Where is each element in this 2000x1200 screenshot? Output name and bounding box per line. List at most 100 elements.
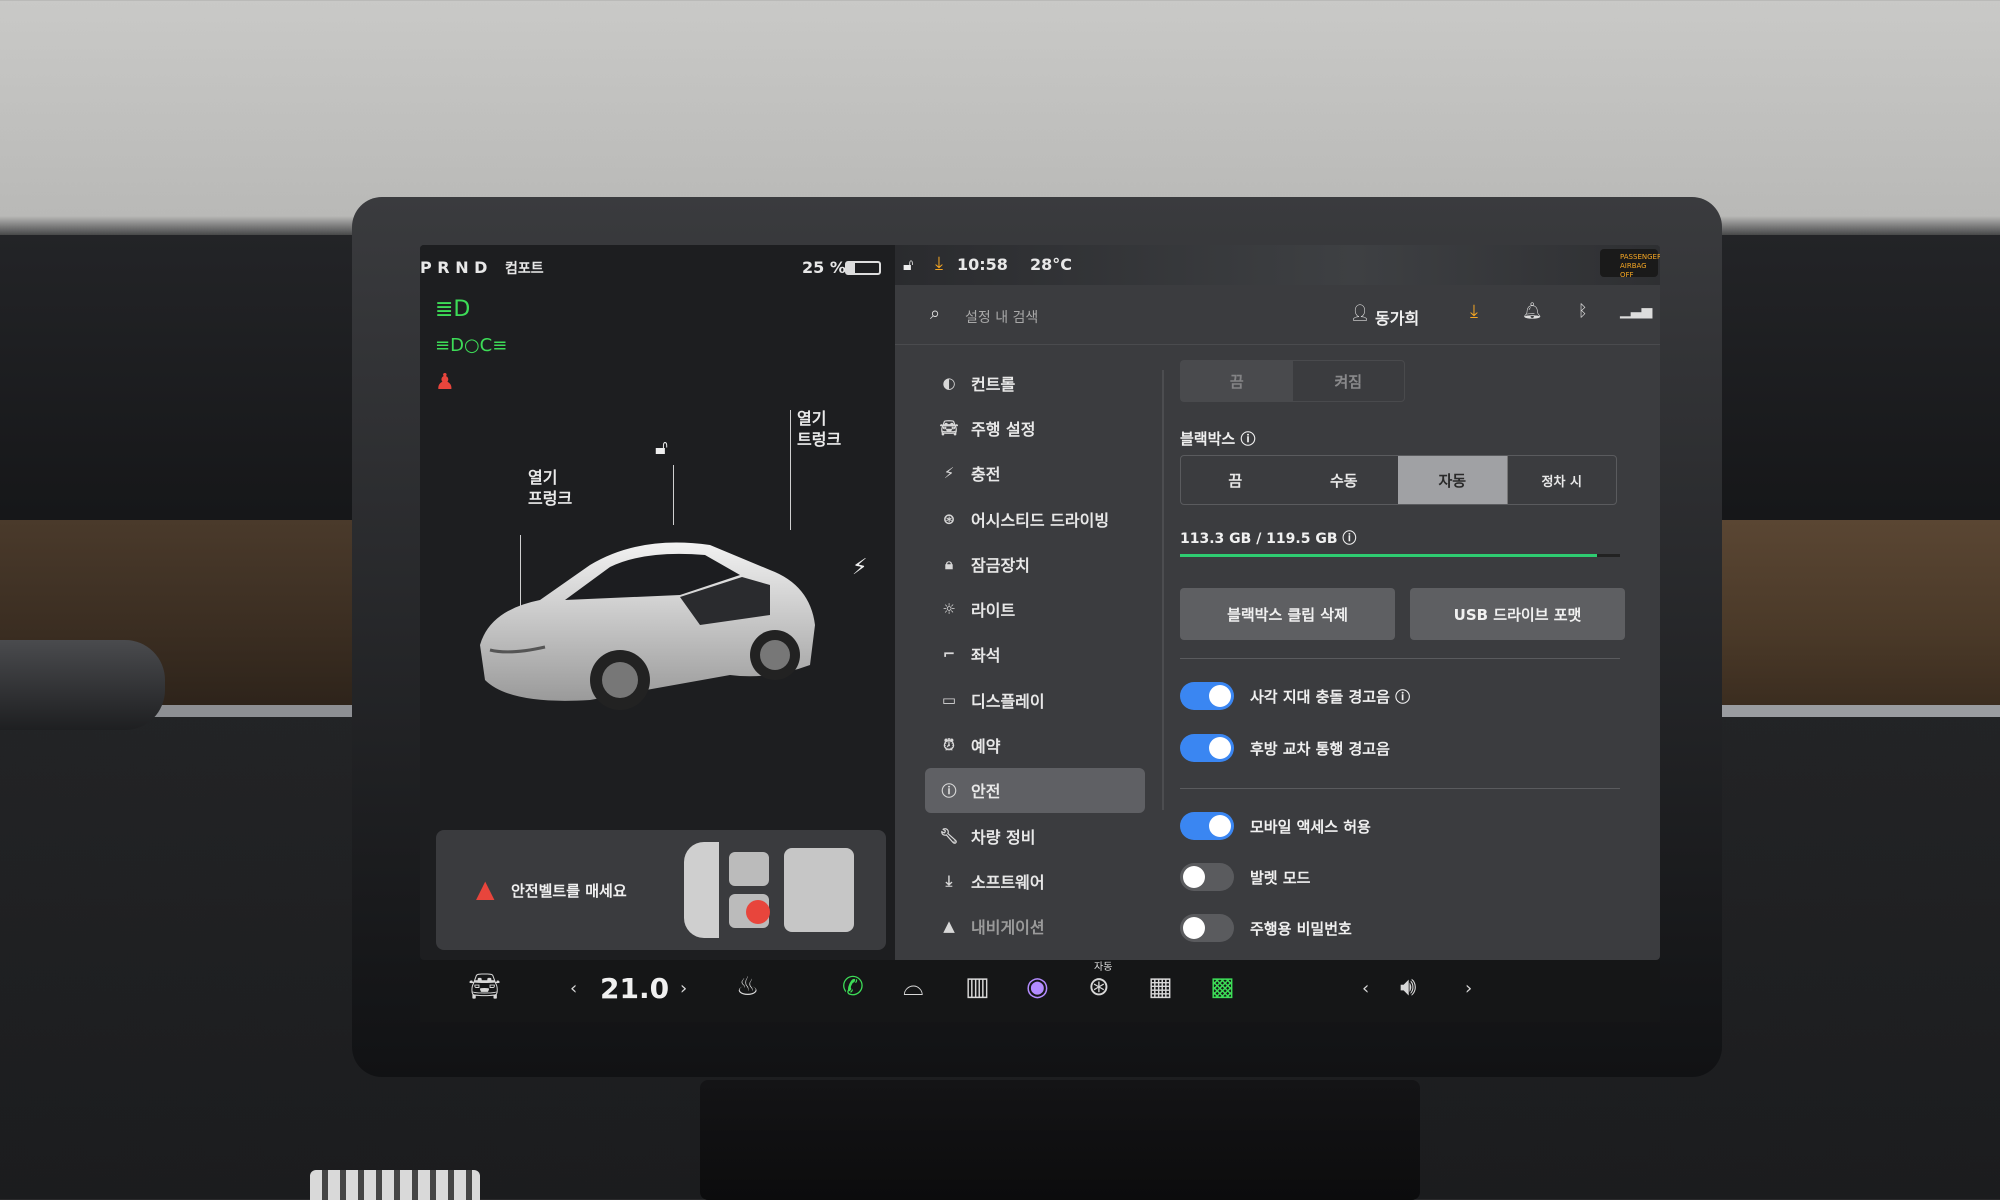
pin-to-drive-toggle[interactable] [1180, 914, 1234, 942]
seat-heater-icon[interactable]: ♨ [736, 972, 759, 1002]
seatbelt-warning-seat-icon [746, 900, 770, 924]
map-strip [895, 245, 1660, 285]
pin-to-drive-label: 주행용 비밀번호 [1250, 920, 1352, 938]
menu-item-driving[interactable]: 🚘︎ 주행 설정 [925, 405, 1145, 450]
storage-info-icon[interactable]: ⓘ [1342, 531, 1356, 547]
wrench-icon: 🔧︎ [939, 826, 959, 845]
menu-item-seats[interactable]: ⌐ 좌석 [925, 632, 1145, 677]
energy-app-icon[interactable]: ▩ [1210, 972, 1235, 1002]
mobile-access-toggle[interactable] [1180, 812, 1234, 840]
menu-item-schedule[interactable]: ⏰︎ 예약 [925, 722, 1145, 767]
search-icon[interactable]: ⌕ [930, 303, 940, 324]
storage-bar [1180, 554, 1620, 557]
dashcam-option-auto[interactable]: 자동 [1398, 456, 1507, 504]
user-name[interactable]: 동가희 [1375, 305, 1419, 329]
navigation-icon: ▲ [943, 917, 955, 936]
dashcam-mode-segment[interactable]: 끔 수동 자동 정차 시 [1180, 455, 1617, 505]
display-icon: ▭ [941, 690, 957, 709]
outside-temperature: 28°C [1030, 255, 1073, 274]
seat-icon: ⌐ [942, 645, 956, 664]
signal-icon: ▁▃▅ [1620, 303, 1653, 319]
bolt-icon: ⚡︎ [943, 464, 955, 483]
car-icon[interactable]: 🚘︎ [468, 972, 501, 1002]
user-icon[interactable]: 👤︎ [1350, 303, 1370, 322]
menu-divider [1162, 370, 1164, 810]
volume-down-icon[interactable]: ‹ [1362, 978, 1369, 999]
menu-item-charging[interactable]: ⚡︎ 충전 [925, 451, 1145, 496]
rear-cross-traffic-chime-toggle[interactable] [1180, 734, 1234, 762]
rear-defrost-icon[interactable]: ▥ [965, 972, 990, 1002]
dashcam-info-icon[interactable]: ⓘ [1240, 430, 1255, 448]
charge-port-icon[interactable]: ⚡︎ [852, 555, 867, 580]
valet-mode-toggle[interactable] [1180, 863, 1234, 891]
phone-icon[interactable]: ✆ [842, 972, 864, 1002]
menu-item-navigation[interactable]: ▲ 내비게이션 [925, 904, 1145, 949]
menu-item-display[interactable]: ▭ 디스플레이 [925, 677, 1145, 722]
top-partial-segment[interactable]: 끔 켜짐 [1180, 360, 1405, 402]
pedal [310, 1170, 480, 1200]
camera-icon[interactable]: ◉ [1026, 972, 1049, 1002]
seat-diagram [684, 842, 864, 938]
blind-spot-chime-toggle[interactable] [1180, 682, 1234, 710]
battery-percent: 25 % [802, 258, 846, 277]
dashcam-option-on-park[interactable]: 정차 시 [1506, 456, 1617, 504]
lock-status-icon[interactable]: 🔓︎ [903, 255, 913, 275]
app-launcher-icon[interactable]: ▦ [1148, 972, 1173, 1002]
wood-trim-right [1700, 520, 2000, 710]
open-frunk-label[interactable]: 열기 프렁크 [528, 467, 572, 509]
front-defrost-icon[interactable]: ⌓ [903, 972, 924, 1003]
search-input[interactable]: 설정 내 검색 [965, 307, 1038, 327]
menu-item-locks[interactable]: 🔒︎ 잠금장치 [925, 541, 1145, 586]
battery-icon [845, 261, 881, 275]
menu-item-lights[interactable]: ☼ 라이트 [925, 586, 1145, 631]
format-usb-button[interactable]: USB 드라이브 포맷 [1410, 588, 1625, 640]
open-trunk-label[interactable]: 열기 트렁크 [797, 408, 841, 450]
rear-cross-traffic-chime-label: 후방 교차 통행 경고음 [1250, 740, 1390, 758]
cabin-temperature[interactable]: 21.0 [600, 972, 669, 1005]
alarm-icon: ⏰︎ [943, 736, 955, 755]
parking-light-icon: ≡D○C≡ [435, 335, 508, 356]
steering-stalk [0, 640, 165, 730]
temp-down-icon[interactable]: ‹ [570, 978, 577, 999]
menu-item-service[interactable]: 🔧︎ 차량 정비 [925, 813, 1145, 858]
menu-item-safety[interactable]: ⓘ 안전 [925, 767, 1145, 813]
menu-item-controls[interactable]: ◐ 컨트롤 [925, 360, 1145, 405]
settings-panel: 🔓︎ ⤓ 10:58 28°C PASSENGER AIRBAG OFF ⌕ 설… [895, 245, 1660, 960]
gear-indicator: P R N D [420, 258, 488, 277]
download-icon: ⤓ [945, 871, 953, 890]
car-icon: 🚘︎ [939, 418, 959, 437]
seatbelt-warning-icon: ♟ [435, 370, 455, 395]
menu-item-software[interactable]: ⤓ 소프트웨어 [925, 858, 1145, 903]
bluetooth-icon[interactable]: ᛒ [1578, 301, 1588, 320]
blind-spot-chime-label: 사각 지대 충돌 경고음 ⓘ [1250, 688, 1411, 706]
dashcam-option-manual[interactable]: 수동 [1290, 456, 1399, 504]
segment-on[interactable]: 켜짐 [1293, 361, 1405, 401]
segment-off[interactable]: 끔 [1181, 361, 1293, 401]
seatbelt-alert-card[interactable]: ▲ 안전벨트를 매세요 [436, 830, 886, 950]
temp-up-icon[interactable]: › [680, 978, 687, 999]
touchscreen: P R N D 컴포트 25 % ≣D ≡D○C≡ ♟ 열기 프렁크 열기 트렁… [420, 245, 1660, 960]
mobile-access-label: 모바일 액세스 허용 [1250, 818, 1371, 836]
blind-spot-info-icon[interactable]: ⓘ [1395, 688, 1410, 706]
bell-icon[interactable]: 🔔︎ [1522, 301, 1542, 320]
lock-icon: 🔒︎ [945, 554, 953, 573]
valet-mode-label: 발렛 모드 [1250, 869, 1311, 887]
section-divider-2 [1180, 788, 1620, 789]
sun-icon: ☼ [942, 600, 956, 619]
menu-item-autopilot[interactable]: ⊛ 어시스티드 드라이빙 [925, 496, 1145, 541]
volume-icon[interactable]: 🔊︎ [1400, 972, 1416, 1003]
volume-up-icon[interactable]: › [1465, 978, 1472, 999]
steering-heater-icon[interactable]: ⊛ [1088, 972, 1110, 1002]
auto-label: 자동 [1094, 962, 1113, 973]
download-icon[interactable]: ⤓ [1470, 301, 1478, 322]
headlight-icon: ≣D [435, 297, 471, 322]
delete-dashcam-clips-button[interactable]: 블랙박스 클립 삭제 [1180, 588, 1395, 640]
storage-bar-fill [1180, 554, 1598, 557]
dashcam-option-off[interactable]: 끔 [1181, 456, 1290, 504]
dashcam-title: 블랙박스 ⓘ [1180, 430, 1256, 448]
settings-header: ⌕ 설정 내 검색 👤︎ 동가희 ⤓ 🔔︎ ᛒ ▁▃▅ [895, 285, 1660, 345]
unlock-icon[interactable]: 🔓︎ [655, 435, 668, 459]
bottom-dock: 🚘︎ ‹ 21.0 › ♨ ✆ ⌓ ▥ ◉ 자동 ⊛ ▦ ▩ ‹ 🔊︎ › [420, 960, 1660, 1022]
seatbelt-alert-text: 안전벨트를 매세요 [511, 882, 627, 900]
drive-mode: 컴포트 [505, 261, 544, 277]
